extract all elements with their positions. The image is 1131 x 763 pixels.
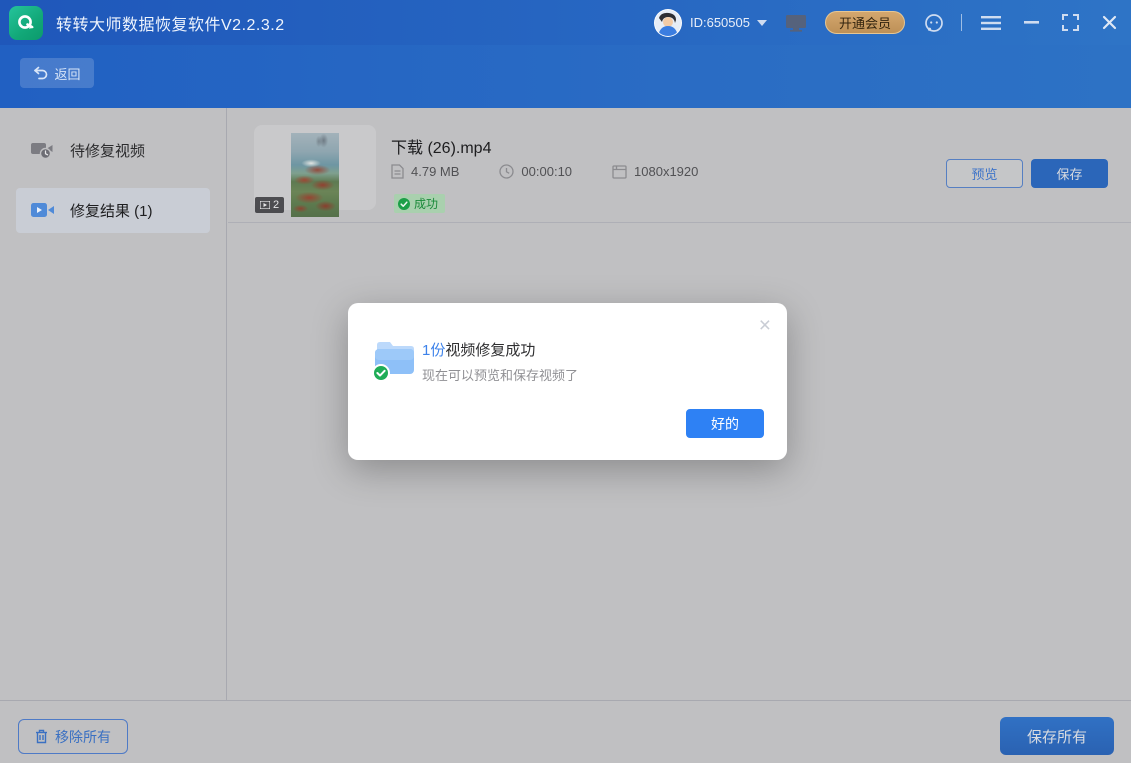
dialog-close-icon[interactable]: × bbox=[759, 315, 771, 336]
status-badge: 成功 bbox=[394, 194, 445, 213]
video-thumbnail[interactable]: 2 bbox=[254, 125, 376, 210]
sidebar: 待修复视频 修复结果 (1) bbox=[0, 108, 227, 700]
video-clock-icon bbox=[31, 141, 56, 160]
screen-recover-icon[interactable] bbox=[785, 14, 807, 32]
titlebar-divider bbox=[961, 14, 962, 31]
close-icon[interactable] bbox=[1098, 11, 1121, 34]
remove-all-label: 移除所有 bbox=[55, 727, 111, 747]
video-duration-value: 00:00:10 bbox=[521, 164, 572, 179]
dialog-subtitle: 现在可以预览和保存视频了 bbox=[422, 365, 578, 384]
frame-count-value: 2 bbox=[273, 199, 279, 211]
trash-icon bbox=[35, 729, 48, 744]
app-window: 转转大师数据恢复软件V2.2.3.2 ID:650505 开通会 bbox=[0, 0, 1131, 763]
clock-icon bbox=[499, 164, 514, 179]
dialog-title-count: 1份 bbox=[422, 342, 445, 359]
save-button[interactable]: 保存 bbox=[1031, 159, 1108, 188]
remove-all-button[interactable]: 移除所有 bbox=[18, 719, 128, 754]
back-button-label: 返回 bbox=[54, 64, 80, 83]
resolution-icon bbox=[612, 165, 627, 179]
file-icon bbox=[391, 164, 404, 179]
sidebar-item-repair-results[interactable]: 修复结果 (1) bbox=[16, 188, 210, 233]
app-title: 转转大师数据恢复软件V2.2.3.2 bbox=[56, 11, 285, 35]
maximize-icon[interactable] bbox=[1058, 10, 1083, 35]
customer-service-icon[interactable] bbox=[923, 12, 945, 34]
chevron-down-icon[interactable] bbox=[757, 20, 767, 26]
back-arrow-icon bbox=[33, 66, 48, 80]
preview-button[interactable]: 预览 bbox=[946, 159, 1023, 188]
dialog-title-text: 视频修复成功 bbox=[445, 342, 535, 359]
footer-bar: 移除所有 保存所有 bbox=[0, 700, 1131, 763]
video-resolution-value: 1080x1920 bbox=[634, 164, 698, 179]
file-size: 4.79 MB bbox=[391, 164, 459, 179]
video-badge-icon bbox=[260, 201, 270, 209]
save-all-button[interactable]: 保存所有 bbox=[1000, 717, 1114, 755]
minimize-icon[interactable] bbox=[1020, 17, 1043, 29]
menu-icon[interactable] bbox=[977, 12, 1005, 34]
video-resolution: 1080x1920 bbox=[612, 164, 698, 179]
sidebar-item-label: 修复结果 (1) bbox=[70, 200, 153, 221]
file-size-value: 4.79 MB bbox=[411, 164, 459, 179]
back-button[interactable]: 返回 bbox=[20, 58, 94, 88]
folder-success-icon bbox=[370, 336, 418, 382]
user-id: ID:650505 bbox=[690, 15, 750, 30]
video-filename: 下载 (26).mp4 bbox=[391, 134, 491, 158]
vip-button[interactable]: 开通会员 bbox=[825, 11, 905, 34]
frame-count-badge: 2 bbox=[255, 197, 284, 213]
dialog-ok-button[interactable]: 好的 bbox=[686, 409, 764, 438]
success-dialog: × 1份视频修复成功 现在可以预览和保存视频了 好的 bbox=[348, 303, 787, 460]
video-result-row: 2 下载 (26).mp4 4.79 MB bbox=[228, 108, 1131, 223]
title-bar: 转转大师数据恢复软件V2.2.3.2 ID:650505 开通会 bbox=[0, 0, 1131, 45]
sidebar-item-label: 待修复视频 bbox=[70, 140, 145, 161]
video-meta: 4.79 MB 00:00:10 108 bbox=[391, 164, 698, 179]
status-label: 成功 bbox=[414, 195, 438, 212]
video-duration: 00:00:10 bbox=[499, 164, 572, 179]
sub-header: 返回 bbox=[0, 45, 1131, 108]
app-logo-icon bbox=[9, 6, 43, 40]
video-thumbnail-image bbox=[291, 133, 339, 217]
video-play-icon bbox=[31, 202, 56, 219]
user-avatar[interactable] bbox=[654, 9, 682, 37]
dialog-title: 1份视频修复成功 bbox=[422, 339, 535, 360]
sidebar-item-pending-videos[interactable]: 待修复视频 bbox=[16, 128, 210, 173]
success-check-icon bbox=[398, 198, 410, 210]
